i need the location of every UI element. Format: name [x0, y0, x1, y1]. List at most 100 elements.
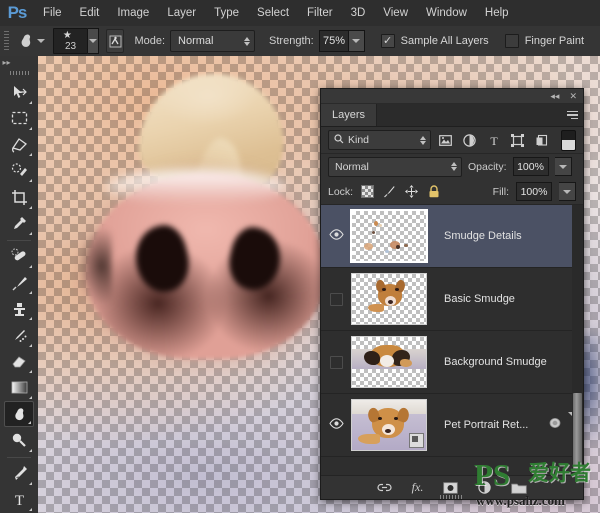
menu-window[interactable]: Window: [417, 0, 476, 26]
menu-select[interactable]: Select: [248, 0, 298, 26]
opacity-dropdown[interactable]: [554, 157, 572, 176]
eraser-tool[interactable]: [4, 349, 34, 375]
panel-title-bar[interactable]: ◂◂ ✕: [321, 89, 583, 104]
table-row[interactable]: Pet Portrait Ret...: [321, 394, 583, 457]
strength-value[interactable]: 75%: [318, 30, 350, 52]
new-adjustment-layer-icon[interactable]: [478, 476, 492, 499]
pen-tool[interactable]: [4, 461, 34, 487]
brush-size-field[interactable]: ★ 23: [52, 28, 89, 54]
filter-enable-toggle[interactable]: [561, 129, 576, 151]
finger-paint-checkbox[interactable]: Finger Paint: [504, 34, 584, 48]
pixel-filter-icon[interactable]: [436, 131, 455, 150]
tab-layers[interactable]: Layers: [321, 104, 378, 126]
panel-menu-icon[interactable]: [561, 104, 583, 126]
horizontal-type-tool[interactable]: T: [4, 487, 34, 513]
filter-kind-select[interactable]: Kind: [328, 130, 431, 150]
close-panel-icon[interactable]: ✕: [569, 91, 577, 101]
brush-panel-icon[interactable]: [105, 29, 125, 53]
basic-smudge-thumbnail[interactable]: [351, 273, 427, 325]
lock-position-icon[interactable]: [404, 184, 419, 199]
checkbox-unchecked-icon: [504, 34, 519, 48]
lock-transparent-pixels-icon[interactable]: [360, 184, 375, 199]
dodge-tool[interactable]: [4, 427, 34, 453]
blend-mode-select[interactable]: Normal: [170, 30, 256, 52]
gradient-tool[interactable]: [4, 375, 34, 401]
add-layer-style-icon[interactable]: fx.: [412, 476, 424, 499]
smudge-tool[interactable]: [4, 401, 34, 428]
eyedropper-tool[interactable]: [4, 211, 34, 237]
layer-blend-mode-select[interactable]: Normal: [328, 156, 462, 177]
tool-more-indicator: [29, 343, 32, 347]
layer-visibility-toggle[interactable]: [321, 394, 351, 456]
options-bar-grip[interactable]: [4, 31, 10, 51]
options-bar: ★ 23 Mode: Normal Strength: 75% ✓ Sample…: [0, 26, 600, 57]
shape-filter-icon[interactable]: [508, 131, 527, 150]
tools-collapse-button[interactable]: ▸▸: [0, 56, 41, 69]
muzzle-shadow: [78, 226, 112, 306]
tools-divider: [7, 239, 31, 241]
panel-resize-grip[interactable]: [440, 495, 464, 499]
smart-object-filter-icon[interactable]: [532, 131, 551, 150]
tool-more-indicator: [28, 421, 31, 425]
fill-dropdown[interactable]: [559, 182, 576, 201]
crop-tool[interactable]: [4, 184, 34, 210]
type-filter-icon[interactable]: T: [484, 131, 503, 150]
lock-all-icon[interactable]: [426, 184, 441, 199]
pet-portrait-thumbnail[interactable]: [351, 399, 427, 451]
layer-visibility-toggle[interactable]: [321, 268, 351, 330]
layer-name[interactable]: Basic Smudge: [444, 293, 579, 305]
lock-label: Lock:: [328, 185, 354, 198]
smudge-details-thumbnail[interactable]: [350, 209, 428, 263]
tools-divider: [7, 456, 31, 458]
menu-type[interactable]: Type: [205, 0, 248, 26]
layer-effects-icon[interactable]: [549, 416, 563, 434]
layer-visibility-toggle[interactable]: [321, 331, 351, 393]
layer-name[interactable]: Pet Portrait Ret...: [444, 419, 549, 431]
menu-edit[interactable]: Edit: [71, 0, 109, 26]
lasso-tool[interactable]: [4, 132, 34, 158]
tool-more-indicator: [29, 369, 32, 373]
move-tool[interactable]: [4, 79, 34, 105]
svg-text:T: T: [14, 493, 23, 508]
eye-hidden-icon: [329, 355, 343, 369]
layer-name[interactable]: Smudge Details: [444, 230, 579, 242]
link-layers-icon[interactable]: [377, 476, 392, 499]
layer-name[interactable]: Background Smudge: [444, 356, 579, 368]
layers-scrollbar-thumb[interactable]: [573, 393, 582, 471]
chevron-updown-icon: [451, 162, 457, 171]
menu-help[interactable]: Help: [476, 0, 518, 26]
strength-dropdown[interactable]: [349, 30, 365, 52]
layers-list[interactable]: Smudge Details Basic Smudge Background S…: [321, 205, 583, 475]
tool-preset-dropdown[interactable]: [35, 29, 46, 53]
lock-image-pixels-icon[interactable]: [382, 184, 397, 199]
background-smudge-thumbnail[interactable]: [351, 336, 427, 388]
table-row[interactable]: Smudge Details: [321, 205, 583, 268]
history-brush-tool[interactable]: [4, 322, 34, 348]
table-row[interactable]: Background Smudge: [321, 331, 583, 394]
filter-kind-label: Kind: [348, 134, 370, 146]
collapse-panel-icon[interactable]: ◂◂: [550, 91, 559, 101]
menu-layer[interactable]: Layer: [158, 0, 205, 26]
rectangular-marquee-tool[interactable]: [4, 106, 34, 132]
layers-scrollbar[interactable]: [572, 205, 583, 475]
menu-image[interactable]: Image: [108, 0, 158, 26]
table-row[interactable]: Basic Smudge: [321, 268, 583, 331]
menu-3d[interactable]: 3D: [342, 0, 375, 26]
tools-panel-grip[interactable]: [9, 70, 29, 76]
menu-filter[interactable]: Filter: [298, 0, 342, 26]
brush-tool[interactable]: [4, 270, 34, 296]
fill-value[interactable]: 100%: [516, 182, 552, 201]
smudge-tool-icon[interactable]: [17, 29, 35, 53]
layer-visibility-toggle[interactable]: [321, 205, 351, 267]
sample-all-layers-checkbox[interactable]: ✓ Sample All Layers: [380, 34, 489, 48]
spot-healing-brush-tool[interactable]: [4, 244, 34, 270]
menu-file[interactable]: File: [34, 0, 71, 26]
opacity-value[interactable]: 100%: [512, 157, 549, 176]
adjustment-filter-icon[interactable]: [460, 131, 479, 150]
brush-preset-dropdown[interactable]: [88, 28, 99, 54]
menu-view[interactable]: View: [374, 0, 417, 26]
clone-stamp-tool[interactable]: [4, 296, 34, 322]
new-group-icon[interactable]: [511, 476, 528, 499]
quick-selection-tool[interactable]: [4, 158, 34, 184]
eye-icon: [329, 418, 344, 432]
